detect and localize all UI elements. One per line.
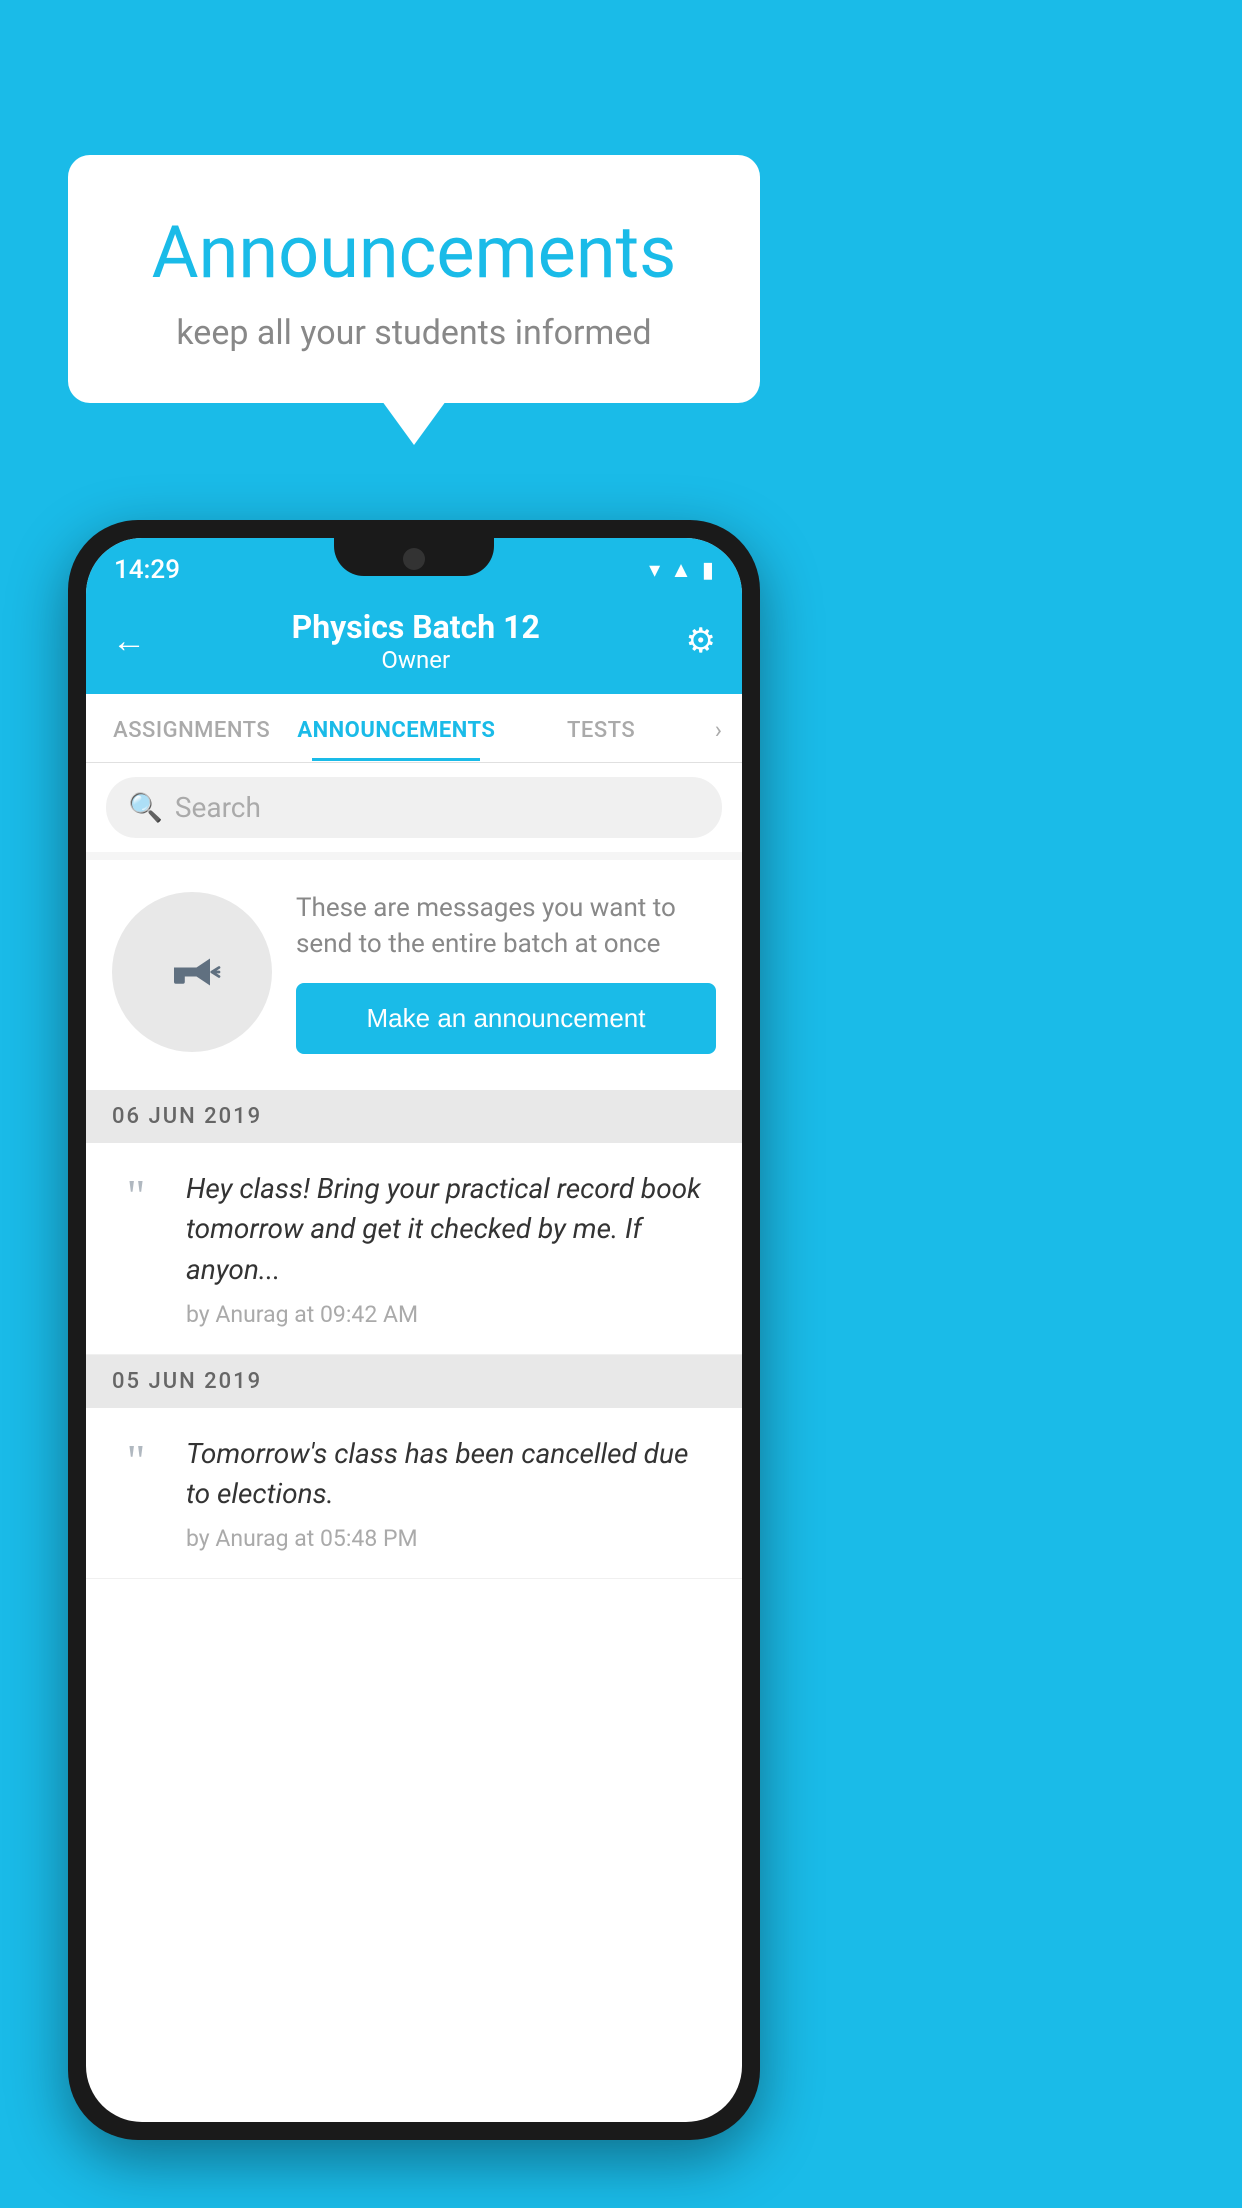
speech-bubble-container: Announcements keep all your students inf…	[68, 155, 760, 403]
settings-button[interactable]: ⚙	[686, 621, 716, 661]
signal-icon: ▲	[670, 557, 692, 583]
megaphone-icon	[147, 927, 237, 1017]
phone-camera	[403, 548, 425, 570]
speech-bubble-subtitle: keep all your students informed	[128, 313, 700, 353]
tab-tests[interactable]: TESTS	[501, 696, 700, 761]
battery-icon: ▮	[702, 558, 714, 583]
speech-bubble-title: Announcements	[128, 210, 700, 295]
header-title: Physics Batch 12	[292, 608, 540, 646]
speech-bubble: Announcements keep all your students inf…	[68, 155, 760, 403]
header-title-area: Physics Batch 12 Owner	[292, 608, 540, 674]
phone-frame: 14:29 ▾ ▲ ▮ ← Physics Batch 12 Owner ⚙ A…	[68, 520, 760, 2140]
announcement-text-area-1: Hey class! Bring your practical record b…	[186, 1169, 716, 1328]
app-header: ← Physics Batch 12 Owner ⚙	[86, 594, 742, 694]
date-divider-1: 06 JUN 2019	[86, 1090, 742, 1143]
promo-icon-circle	[112, 892, 272, 1052]
status-icons: ▾ ▲ ▮	[649, 557, 714, 583]
tab-announcements[interactable]: ANNOUNCEMENTS	[291, 696, 501, 761]
tabs-bar: ASSIGNMENTS ANNOUNCEMENTS TESTS ›	[86, 694, 742, 763]
wifi-icon: ▾	[649, 558, 660, 583]
tab-assignments[interactable]: ASSIGNMENTS	[92, 696, 291, 761]
announcement-item-2[interactable]: " Tomorrow's class has been cancelled du…	[86, 1408, 742, 1579]
phone-notch	[334, 538, 494, 576]
tab-more[interactable]: ›	[701, 694, 736, 762]
content-area: 🔍 Search These are messages you want to …	[86, 763, 742, 1579]
status-time: 14:29	[114, 555, 180, 585]
make-announcement-button[interactable]: Make an announcement	[296, 983, 716, 1054]
promo-description: These are messages you want to send to t…	[296, 890, 716, 963]
announcement-text-area-2: Tomorrow's class has been cancelled due …	[186, 1434, 716, 1552]
header-subtitle: Owner	[292, 646, 540, 674]
search-placeholder: Search	[175, 791, 261, 824]
quote-icon-2: "	[106, 1438, 166, 1484]
announcement-meta-2: by Anurag at 05:48 PM	[186, 1525, 716, 1552]
announcement-text-2: Tomorrow's class has been cancelled due …	[186, 1434, 716, 1515]
announcement-text-1: Hey class! Bring your practical record b…	[186, 1169, 716, 1291]
date-divider-2: 05 JUN 2019	[86, 1355, 742, 1408]
search-container: 🔍 Search	[86, 763, 742, 852]
promo-card: These are messages you want to send to t…	[86, 860, 742, 1090]
promo-right: These are messages you want to send to t…	[296, 890, 716, 1054]
announcement-meta-1: by Anurag at 09:42 AM	[186, 1301, 716, 1328]
search-icon: 🔍	[128, 791, 163, 824]
phone-inner: 14:29 ▾ ▲ ▮ ← Physics Batch 12 Owner ⚙ A…	[86, 538, 742, 2122]
quote-icon-1: "	[106, 1173, 166, 1219]
announcement-item-1[interactable]: " Hey class! Bring your practical record…	[86, 1143, 742, 1355]
back-button[interactable]: ←	[112, 621, 146, 661]
search-bar[interactable]: 🔍 Search	[106, 777, 722, 838]
